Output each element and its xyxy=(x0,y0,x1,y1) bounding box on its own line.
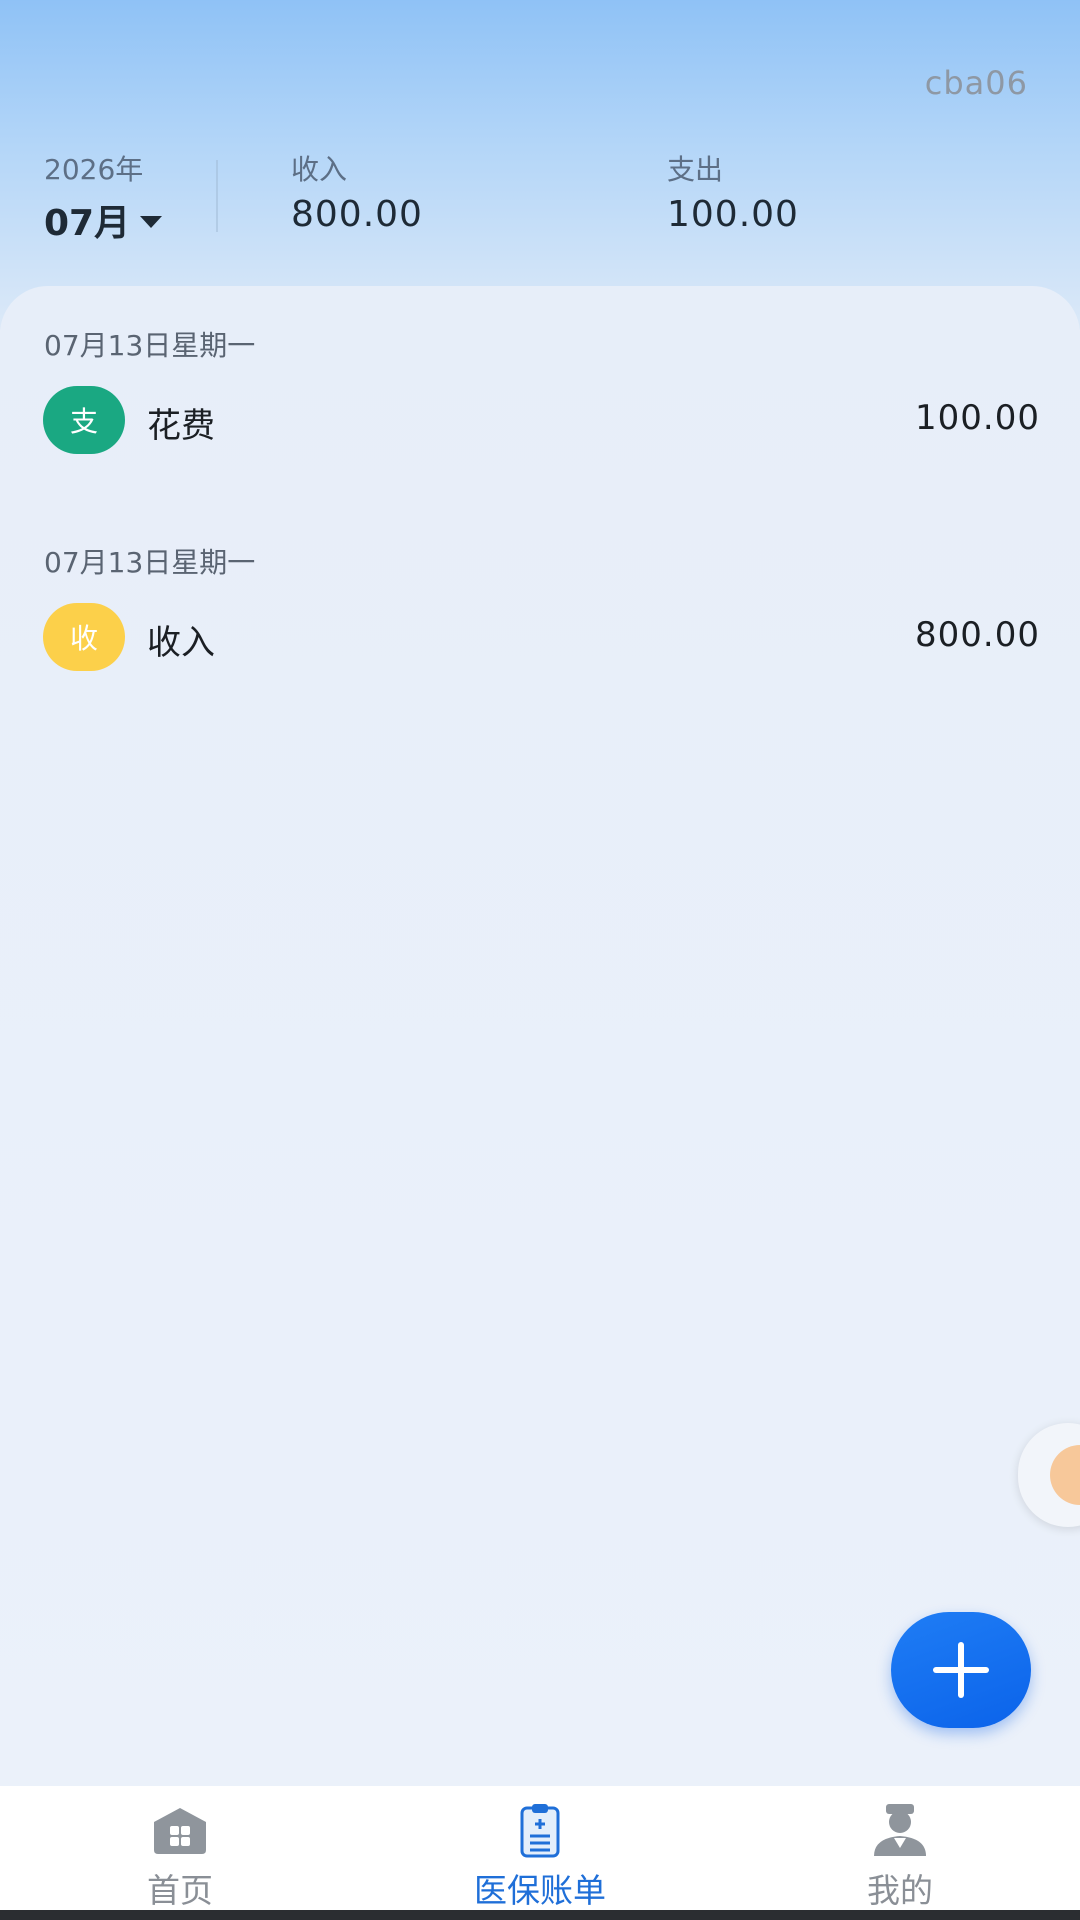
record-row-expense[interactable]: 支 花费 100.00 xyxy=(0,386,1080,458)
record-name: 收入 xyxy=(147,623,215,663)
tab-label: 我的 xyxy=(867,1871,933,1910)
month-label: 07月 xyxy=(44,203,131,244)
month-picker[interactable]: 2026年 07月 xyxy=(44,148,163,246)
tab-home[interactable]: 首页 xyxy=(0,1786,360,1910)
tab-label: 医保账单 xyxy=(474,1871,606,1910)
tab-bar: 首页 医保账单 我的 xyxy=(0,1786,1080,1910)
expense-badge: 支 xyxy=(43,386,125,454)
records-panel: 07月13日星期一 支 花费 100.00 07月13日星期一 收 收入 800… xyxy=(0,286,1080,1786)
tab-label: 首页 xyxy=(147,1871,213,1910)
income-summary: 收入 800.00 xyxy=(291,148,423,235)
user-icon xyxy=(874,1804,926,1856)
expense-value: 100.00 xyxy=(667,194,799,235)
add-record-button[interactable] xyxy=(891,1612,1031,1728)
expense-summary: 支出 100.00 xyxy=(667,148,799,235)
income-badge: 收 xyxy=(43,603,125,671)
year-label: 2026年 xyxy=(44,153,144,186)
header: cba06 2026年 07月 收入 800.00 支出 100.00 xyxy=(0,0,1080,330)
caret-down-icon xyxy=(140,216,163,228)
assistant-icon xyxy=(1050,1445,1080,1505)
system-nav-strip xyxy=(0,1910,1080,1920)
record-amount: 800.00 xyxy=(915,615,1040,655)
home-icon xyxy=(154,1808,206,1854)
record-row-income[interactable]: 收 收入 800.00 xyxy=(0,603,1080,675)
income-label: 收入 xyxy=(291,153,348,186)
record-name: 花费 xyxy=(147,406,215,446)
tab-profile[interactable]: 我的 xyxy=(720,1786,1080,1910)
plus-icon xyxy=(958,1642,964,1698)
clipboard-icon xyxy=(520,1804,560,1858)
date-label: 07月13日星期一 xyxy=(44,546,256,579)
username: cba06 xyxy=(924,64,1028,102)
record-amount: 100.00 xyxy=(915,398,1040,438)
header-divider xyxy=(216,160,218,232)
date-label: 07月13日星期一 xyxy=(44,329,256,362)
income-value: 800.00 xyxy=(291,194,423,235)
expense-label: 支出 xyxy=(667,153,724,186)
tab-medical-bills[interactable]: 医保账单 xyxy=(360,1786,720,1910)
